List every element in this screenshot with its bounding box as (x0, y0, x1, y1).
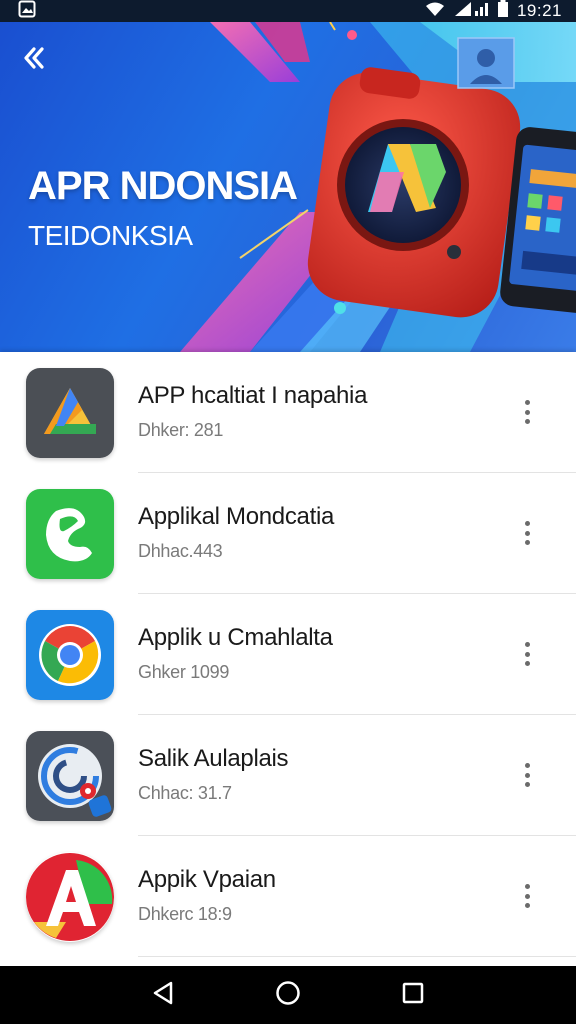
c-ring-app-icon (26, 730, 114, 821)
app-name: Applik u Cmahlalta (138, 624, 333, 651)
app-text: Applikal Mondcatia Dhhac.443 (138, 503, 334, 562)
nav-recents-button[interactable] (393, 975, 433, 1015)
nav-back-button[interactable] (143, 975, 183, 1015)
list-item[interactable]: Applik u Cmahlalta Ghker 1099 (0, 594, 576, 715)
back-triangle-icon (152, 981, 174, 1010)
navigation-bar (0, 966, 576, 1024)
app-text: Salik Aulaplais Chhac: 31.7 (138, 745, 289, 804)
app-name: APP hcaltiat I napahia (138, 382, 368, 409)
nav-home-button[interactable] (268, 975, 308, 1015)
app-list: APP hcaltiat I napahia Dhker: 281 Applik… (0, 352, 576, 966)
chrome-app-icon (26, 609, 114, 700)
list-item[interactable]: Appik Vpaian Dhkerc 18:9 (0, 836, 576, 957)
app-meta: Dhhac.443 (138, 541, 223, 561)
recents-square-icon (402, 982, 424, 1009)
back-chevron-icon (20, 44, 48, 77)
home-circle-icon (275, 980, 301, 1011)
clock: 19:21 (516, 1, 562, 20)
gallery-icon (18, 0, 36, 23)
back-button[interactable] (14, 40, 54, 80)
letter-a-app-icon (26, 852, 114, 942)
app-name: Applikal Mondcatia (138, 503, 335, 530)
app-meta: Ghker 1099 (138, 662, 230, 682)
app-name: Salik Aulaplais (138, 745, 289, 772)
more-vert-icon[interactable] (514, 761, 540, 789)
wifi-icon (425, 1, 445, 22)
signal-icon (453, 1, 489, 22)
battery-icon (497, 0, 509, 22)
triangle-app-icon (26, 367, 114, 458)
app-meta: Dhker: 281 (138, 420, 224, 440)
app-meta: Chhac: 31.7 (138, 783, 232, 803)
list-item[interactable]: Salik Aulaplais Chhac: 31.7 (0, 715, 576, 836)
hero-subtitle: TEIDONKSIA (28, 220, 193, 251)
more-vert-icon[interactable] (514, 519, 540, 547)
hero-title: APR NDONSIA (28, 164, 298, 208)
app-text: Applik u Cmahlalta Ghker 1099 (138, 624, 333, 683)
app-name: Appik Vpaian (138, 866, 276, 893)
list-item[interactable]: Applikal Mondcatia Dhhac.443 (0, 473, 576, 594)
app-meta: Dhkerc 18:9 (138, 904, 232, 924)
more-vert-icon[interactable] (514, 882, 540, 910)
app-text: Appik Vpaian Dhkerc 18:9 (138, 866, 276, 925)
more-vert-icon[interactable] (514, 398, 540, 426)
app-text: APP hcaltiat I napahia Dhker: 281 (138, 382, 367, 441)
status-bar: 19:21 (0, 0, 576, 22)
list-item[interactable]: APP hcaltiat I napahia Dhker: 281 (0, 352, 576, 473)
more-vert-icon[interactable] (514, 640, 540, 668)
phone-app-icon (26, 488, 114, 579)
hero-banner: APR NDONSIA TEIDONKSIA (0, 22, 576, 352)
